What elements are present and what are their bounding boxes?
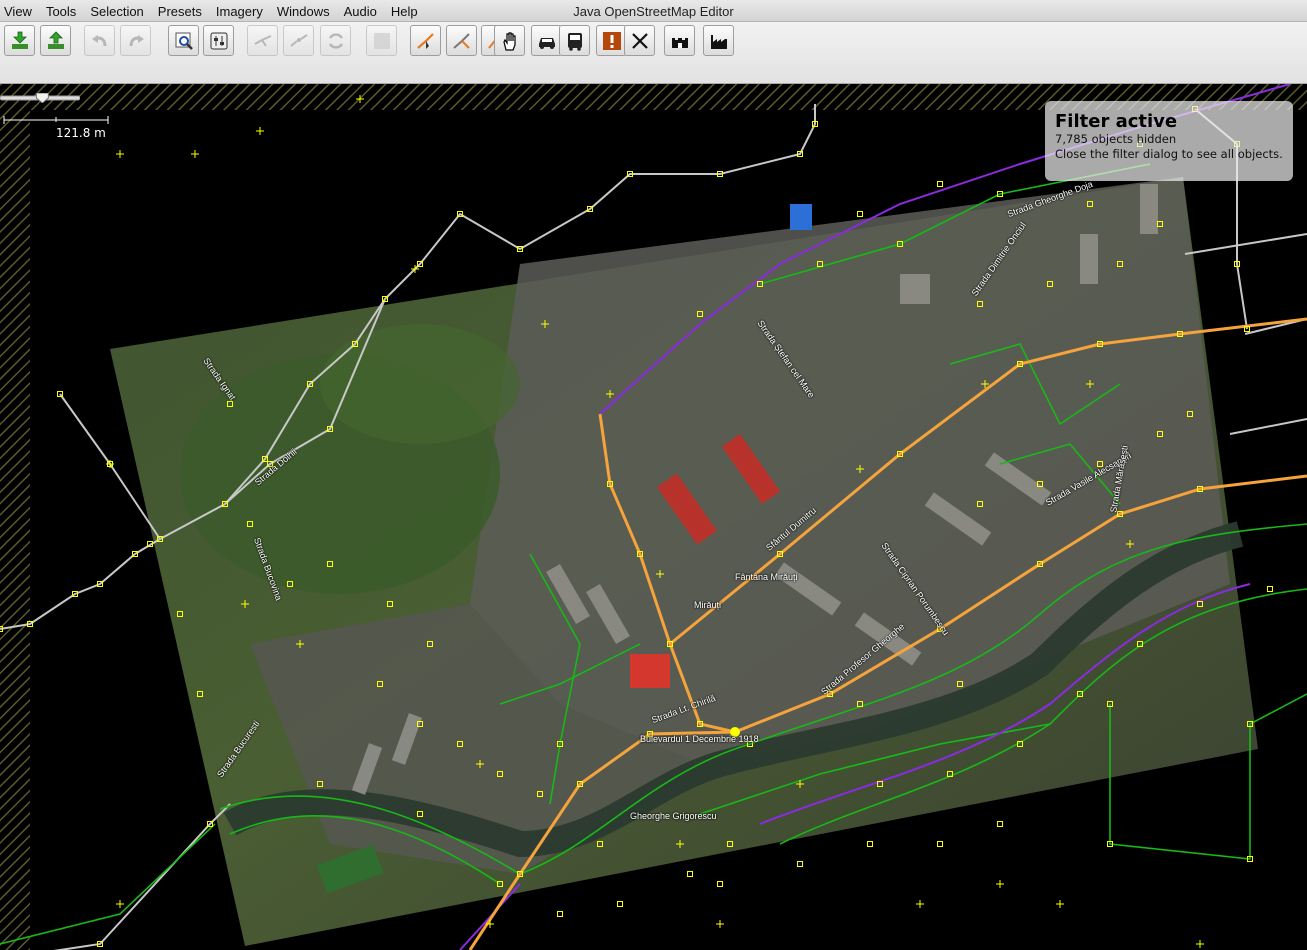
filter-hidden-count-line: 7,785 objects hidden [1055,132,1283,147]
preferences-icon [208,30,230,52]
menu-windows[interactable]: Windows [273,0,336,22]
scale-label: 121.8 m [56,126,106,140]
zoom-to-selection-button[interactable] [168,25,199,56]
delete-button[interactable] [624,25,655,56]
hand-icon [499,30,521,52]
download-icon [9,30,31,52]
castle-icon [669,30,691,52]
download-boundary-hatch [0,84,30,950]
aerial-imagery [110,177,1258,946]
combine-way-button[interactable] [247,25,278,56]
menu-audio[interactable]: Audio [340,0,383,22]
download-button[interactable] [4,25,35,56]
menu-view[interactable]: View [0,0,38,22]
menu-bar: View Tools Selection Presets Imagery Windows A… [0,0,428,22]
paste-button[interactable] [366,25,397,56]
redo-icon [125,30,147,52]
reverse-way-icon [325,30,347,52]
undo-button[interactable] [84,25,115,56]
menu-tools[interactable]: Tools [42,0,82,22]
filter-hidden-count: 7,785 [1055,132,1088,146]
filter-hint: Close the filter dialog to see all objec… [1055,147,1283,161]
industrial-preset-button[interactable] [703,25,734,56]
menu-selection[interactable]: Selection [86,0,149,22]
street-label: Fântâna Mirăuți [735,572,798,582]
warning-icon [601,30,623,52]
combine-way-icon [252,30,274,52]
reverse-way-button[interactable] [320,25,351,56]
street-label: Bulevardul 1 Decembrie 1918 [640,734,759,744]
redo-button[interactable] [120,25,151,56]
select-icon [415,30,437,52]
select-mode-button[interactable] [410,25,441,56]
bus-icon [564,30,586,52]
undo-icon [89,30,111,52]
scale-bar [3,116,109,124]
factory-icon [708,30,730,52]
filter-title: Filter active [1055,111,1178,132]
menu-presets[interactable]: Presets [154,0,208,22]
magnifier-icon [173,30,195,52]
draw-icon [451,30,473,52]
street-label: Gheorghe Grigorescu [630,811,717,821]
bus-preset-button[interactable] [559,25,590,56]
upload-icon [45,30,67,52]
preferences-button[interactable] [203,25,234,56]
map-view[interactable]: Strada Dolhii Strada Ignat Strada Bucovi… [0,84,1307,950]
draw-mode-button[interactable] [446,25,477,56]
split-way-button[interactable] [283,25,314,56]
castle-preset-button[interactable] [664,25,695,56]
filter-status-panel: Filter active 7,785 objects hidden Close… [1045,101,1293,181]
car-icon [536,30,558,52]
upload-button[interactable] [40,25,71,56]
paste-icon [371,30,393,52]
menu-help[interactable]: Help [387,0,424,22]
street-label: Mirăuți [694,600,722,610]
pan-mode-button[interactable] [494,25,525,56]
split-way-icon [288,30,310,52]
zoom-slider[interactable] [0,93,80,103]
cross-icon [629,30,651,52]
zoom-slider-thumb[interactable] [35,93,49,103]
validator-button[interactable] [596,25,627,56]
menu-imagery[interactable]: Imagery [212,0,269,22]
filter-hidden-suffix: objects hidden [1091,132,1177,146]
main-toolbar [0,22,1307,84]
car-preset-button[interactable] [531,25,562,56]
